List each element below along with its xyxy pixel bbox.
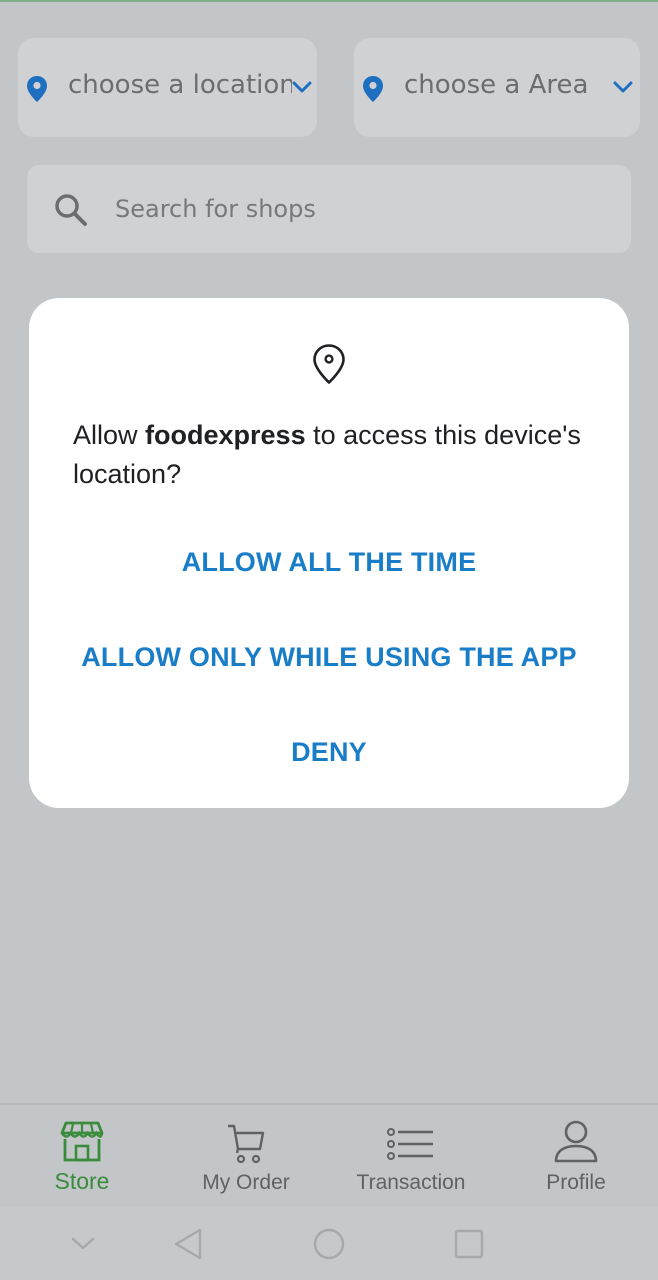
cart-icon [228,1124,265,1164]
nav-label-transaction: Transaction [356,1171,466,1194]
chevron-down-icon[interactable] [71,1237,95,1251]
system-navigation-bar [0,1207,658,1280]
status-accent-line [0,0,658,2]
back-icon[interactable] [174,1228,202,1260]
deny-button[interactable]: DENY [29,737,629,768]
nav-label-profile: Profile [546,1171,606,1194]
allow-all-the-time-button[interactable]: ALLOW ALL THE TIME [29,547,629,578]
location-permission-dialog: Allow foodexpress to access this device'… [29,298,629,808]
permission-message: Allow foodexpress to access this device'… [73,416,593,494]
location-pin-icon [363,76,383,102]
app-name: foodexpress [145,420,306,450]
nav-item-my-order[interactable]: My Order [182,1105,310,1209]
person-icon [554,1120,598,1163]
location-placeholder: choose a location [68,70,292,100]
home-icon[interactable] [313,1228,345,1260]
recents-icon[interactable] [454,1229,484,1259]
nav-item-store[interactable]: Store [18,1105,146,1209]
nav-label-store: Store [54,1168,110,1194]
chevron-down-icon [292,81,312,93]
allow-while-using-button[interactable]: ALLOW ONLY WHILE USING THE APP [29,642,629,673]
area-dropdown[interactable]: choose a Area [354,38,640,137]
nav-item-transaction[interactable]: Transaction [336,1105,486,1209]
message-prefix: Allow [73,420,146,450]
store-icon [60,1121,104,1162]
chevron-down-icon [613,81,633,93]
search-icon [55,194,87,226]
nav-item-profile[interactable]: Profile [512,1105,640,1209]
search-input[interactable]: Search for shops [27,165,631,253]
location-dropdown[interactable]: choose a location [18,38,317,137]
area-placeholder: choose a Area [404,70,589,100]
location-pin-icon [27,76,47,102]
location-pin-icon [313,344,345,384]
bottom-navigation: Store My Order Transaction Profile [0,1103,658,1207]
list-icon [387,1128,433,1160]
nav-label-my-order: My Order [202,1171,290,1194]
search-placeholder: Search for shops [115,195,316,223]
